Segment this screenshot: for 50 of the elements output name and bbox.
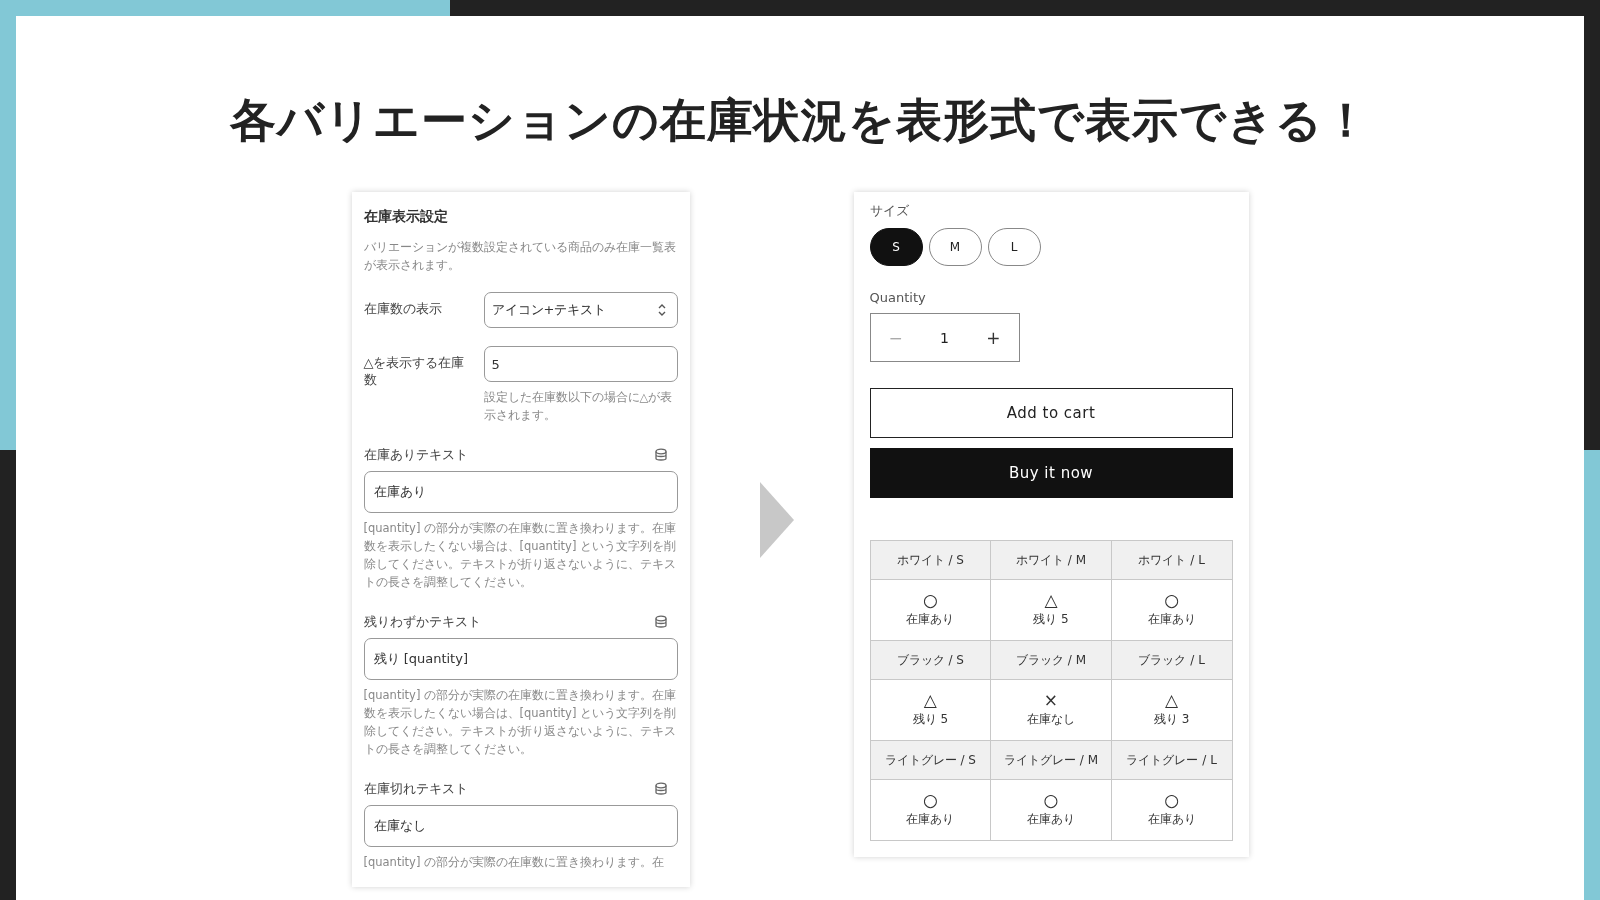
text-input[interactable]: 在庫あり — [363, 471, 678, 513]
help-text: [quantity] の部分が実際の在庫数に置き換わります。在庫数を表示したくない場合は、[quantity] という文字列を削除してください。テキストが折り返さないように、テキストの長さを調整してください。 — [363, 520, 678, 591]
quantity-label: Quantity — [869, 290, 927, 305]
size-option[interactable]: S — [869, 228, 923, 266]
threshold-input[interactable]: 5 — [483, 346, 678, 382]
stock-status-cell: △ 残り 5 — [870, 679, 991, 741]
settings-description: バリエーションが複数設定されている商品のみ在庫一覧表が表示されます。 — [363, 239, 677, 274]
size-option[interactable]: L — [987, 228, 1041, 266]
chevron-updown-icon — [656, 303, 667, 317]
add-to-cart-button[interactable]: Add to cart — [869, 388, 1233, 438]
variant-header-cell: ブラック / S — [870, 640, 991, 680]
variant-header-cell: ホワイト / M — [990, 540, 1112, 580]
variant-header-cell: ブラック / L — [1111, 640, 1232, 680]
text-input[interactable]: 残り [quantity] — [363, 638, 678, 680]
database-icon[interactable] — [653, 781, 668, 796]
database-icon[interactable] — [653, 447, 668, 462]
size-label: サイズ — [869, 202, 910, 220]
size-option[interactable]: M — [928, 228, 982, 266]
variant-header-cell: ライトグレー / L — [1111, 740, 1232, 780]
variant-header-cell: ライトグレー / S — [870, 740, 991, 780]
field-label: 在庫ありテキスト — [363, 446, 468, 463]
quantity-stepper[interactable]: − 1 + — [869, 313, 1020, 362]
variant-header-cell: ホワイト / L — [1111, 540, 1232, 580]
stock-status-cell: ○ 在庫あり — [870, 579, 991, 641]
stock-status-cell: △ 残り 3 — [1111, 679, 1232, 741]
help-text: [quantity] の部分が実際の在庫数に置き換わります。在庫数を表示したくない場合は、[quantity] という文字列を削除してください。テキストが折り返さないように、テキストの長さを調整してください。 — [363, 687, 678, 758]
triangle-icon — [759, 482, 794, 558]
text-input[interactable]: 在庫なし — [363, 805, 678, 847]
increment-button[interactable]: + — [980, 327, 1007, 348]
quantity-value: 1 — [940, 329, 949, 346]
buy-now-button[interactable]: Buy it now — [869, 448, 1233, 498]
field-label: 残りわずかテキスト — [363, 613, 481, 630]
field-label: 在庫数の表示 — [363, 300, 443, 318]
stock-status-cell: ○ 在庫あり — [990, 779, 1112, 841]
variant-header-cell: ブラック / M — [990, 640, 1112, 680]
stock-status-cell: ○ 在庫あり — [1111, 579, 1232, 641]
page-title: 各バリエーションの在庫状況を表形式で表示できる！ — [230, 92, 1370, 149]
stock-status-cell: △ 残り 5 — [990, 579, 1112, 641]
display-select[interactable]: アイコン+テキスト — [483, 292, 678, 328]
help-text: 設定した在庫数以下の場合に△が表示されます。 — [483, 389, 674, 424]
field-label: 在庫切れテキスト — [363, 780, 468, 797]
database-icon[interactable] — [653, 614, 668, 629]
variant-header-cell: ホワイト / S — [870, 540, 991, 580]
settings-heading: 在庫表示設定 — [363, 208, 449, 226]
field-label: △を表示する在庫数 — [363, 354, 466, 389]
variant-header-cell: ライトグレー / M — [990, 740, 1112, 780]
help-text: [quantity] の部分が実際の在庫数に置き換わります。在 — [363, 854, 666, 871]
stock-status-cell: × 在庫なし — [990, 679, 1112, 741]
stock-status-cell: ○ 在庫あり — [870, 779, 991, 841]
stock-status-cell: ○ 在庫あり — [1111, 779, 1232, 841]
